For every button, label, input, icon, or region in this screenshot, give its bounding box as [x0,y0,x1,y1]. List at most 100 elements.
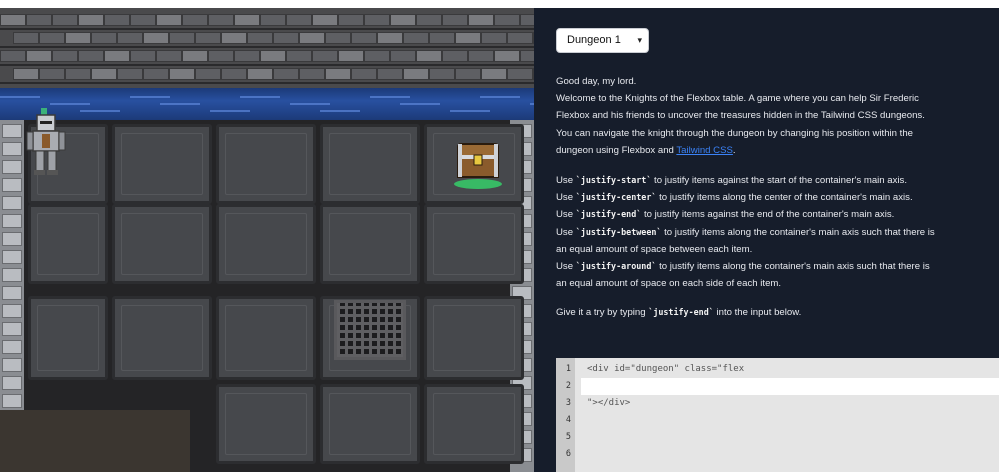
instruction-text: Use [556,175,576,186]
wall-brick [455,68,481,80]
intro-line-text: . [732,144,736,156]
wall-brick [494,50,520,62]
wall-brick [377,32,403,44]
wall-brick [65,68,91,80]
floor-grate [334,300,406,360]
floor-tile [424,296,524,380]
instruction-line: an equal amount of space on each side of… [556,275,935,292]
instruction-code: `justify-start` [575,175,652,185]
instruction-line: Use `justify-center` to justify items al… [556,189,935,206]
wall-brick [221,32,247,44]
wall-brick [260,14,286,26]
floor-tile [112,296,212,380]
instruction-code: `justify-end` [575,209,642,220]
prompt-text: into the input below. [713,307,802,318]
wall-brick [364,50,390,62]
water-ripple [130,96,170,98]
wall-brick [143,68,169,80]
wall-brick [26,50,52,62]
wall-brick [208,14,234,26]
side-wall-block [2,124,22,138]
wall-brick [195,68,221,80]
wall-brick [494,14,520,26]
water-ripple [400,103,440,105]
side-wall-block [2,376,22,390]
instruction-line: Use `justify-around` to justify items al… [556,258,935,275]
level-select-value: Dungeon 1 [567,34,621,46]
wall-brick [182,50,208,62]
line-number: 2 [565,381,571,391]
instruction-text: to justify items along the center of the… [656,192,913,204]
wall-brick [130,14,156,26]
wall-brick [260,50,286,62]
intro-line: Welcome to the Knights of the Flexbox ta… [556,93,919,105]
side-wall-block [2,160,22,174]
chevron-down-icon: ▾ [637,35,642,45]
instruction-code: `justify-center` [575,192,657,203]
instruction-text: an equal amount of space between each it… [556,243,753,255]
greeting: Good day, my lord. [556,76,637,87]
side-wall-block [2,178,22,192]
intro-line: You can navigate the knight through the … [556,127,914,139]
side-wall-block [2,196,22,210]
wall-brick [65,32,91,44]
code-line-1: <div id="dungeon" class="flex [587,364,745,374]
intro-line: Flexbox and his friends to uncover the t… [556,110,925,122]
wall-brick [52,50,78,62]
wall-brick [520,50,534,62]
left-wall [0,120,24,410]
floor-tile [112,124,212,204]
wall-brick-row [0,14,534,30]
side-wall-block [2,340,22,354]
water-ripple [240,96,280,98]
side-wall-block [2,286,22,300]
instruction-line: an equal amount of space between each it… [556,241,935,258]
wall-brick [507,68,533,80]
instruction-text: Use [556,209,576,221]
wall-brick [299,32,325,44]
dungeon-top-wall [0,8,534,88]
wall-brick [390,14,416,26]
wall-brick [117,32,143,44]
wall-brick [273,68,299,80]
instruction-text: Use [556,226,576,238]
line-number-gutter: 1 2 3 4 5 6 [556,358,575,472]
wall-brick [403,32,429,44]
floor-tile [320,124,420,204]
wall-brick [481,68,507,80]
line-number: 5 [565,432,571,442]
prompt-code: `justify-end` [648,307,714,317]
wall-brick [442,50,468,62]
wall-brick [221,68,247,80]
wall-brick [169,32,195,44]
water-ripple [80,110,120,112]
side-wall-block [2,268,22,282]
wall-brick [26,14,52,26]
code-input[interactable] [581,378,999,395]
instruction-line: Use `justify-between` to justify items a… [556,224,935,241]
side-wall-block [2,322,22,336]
intro-line-text: dungeon using Flexbox and [556,144,677,156]
wall-brick [91,68,117,80]
wall-brick [442,14,468,26]
wall-brick [416,14,442,26]
try-prompt: Give it a try by typing `justify-end` in… [556,304,801,321]
level-select[interactable]: Dungeon 1 ▾ [556,28,649,53]
wall-brick [325,68,351,80]
instruction-code: `justify-between` [575,226,662,237]
line-number: 4 [565,415,571,425]
water-ripple [450,110,490,112]
wall-brick [104,50,130,62]
wall-brick [156,50,182,62]
wall-brick [0,14,26,26]
water-ripple [50,103,90,105]
floor-tile [28,296,108,380]
instruction-text: to justify items along the container's m… [656,261,930,273]
wall-brick [91,32,117,44]
dungeon-board [0,8,534,472]
tailwind-css-link[interactable]: Tailwind CSS [676,145,733,156]
wall-brick [286,14,312,26]
water-ripple [370,96,410,98]
wall-brick-row [0,32,534,48]
floor-tile [424,384,524,464]
